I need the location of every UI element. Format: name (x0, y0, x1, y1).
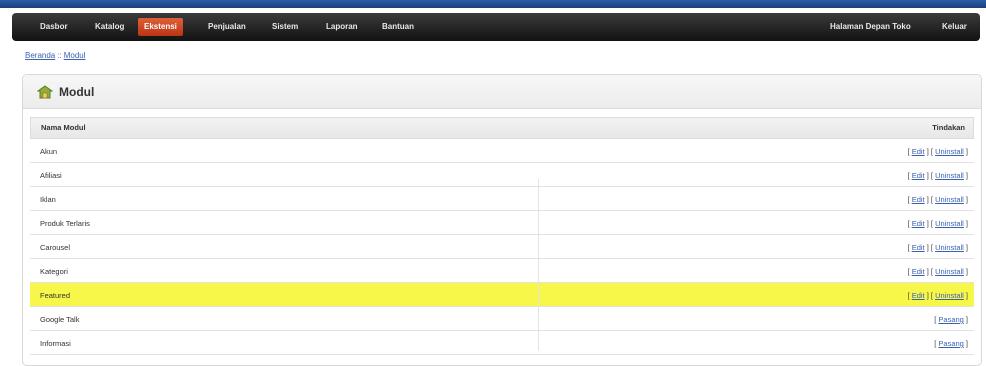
main-navigation: Dasbor Katalog Ekstensi Penjualan Sistem… (12, 13, 980, 41)
row-actions: [ Edit ] [ Uninstall ] (908, 195, 968, 204)
bracket-separator: ] [ (924, 195, 936, 204)
table-row: Akun [ Edit ] [ Uninstall ] (30, 139, 974, 163)
module-name: Akun (40, 147, 58, 156)
breadcrumb-current-link[interactable]: Modul (64, 51, 86, 60)
uninstall-link[interactable]: Uninstall (935, 171, 964, 180)
breadcrumb-home-link[interactable]: Beranda (25, 51, 55, 60)
page-title: Modul (59, 85, 95, 99)
edit-link[interactable]: Edit (912, 147, 925, 156)
module-name: Afiliasi (40, 171, 62, 180)
install-link[interactable]: Pasang (938, 315, 963, 324)
module-name: Carousel (40, 243, 71, 252)
nav-item-reports[interactable]: Laporan (320, 18, 364, 36)
install-link[interactable]: Pasang (938, 339, 963, 348)
table-row: Kategori [ Edit ] [ Uninstall ] (30, 259, 974, 283)
nav-item-dashboard[interactable]: Dasbor (34, 18, 74, 36)
table-row: Produk Terlaris [ Edit ] [ Uninstall ] (30, 211, 974, 235)
bracket-close: ] (963, 315, 968, 324)
table-row: Afiliasi [ Edit ] [ Uninstall ] (30, 163, 974, 187)
nav-item-sales[interactable]: Penjualan (202, 18, 252, 36)
row-actions: [ Edit ] [ Uninstall ] (908, 147, 968, 156)
edit-link[interactable]: Edit (912, 171, 925, 180)
row-actions: [ Edit ] [ Uninstall ] (908, 291, 968, 300)
header-accent-bar (0, 0, 986, 8)
bracket-close: ] (963, 147, 968, 156)
bracket-separator: ] [ (924, 219, 936, 228)
row-actions: [ Edit ] [ Uninstall ] (908, 243, 968, 252)
nav-item-help[interactable]: Bantuan (376, 18, 420, 36)
row-actions: [ Edit ] [ Uninstall ] (908, 219, 968, 228)
module-name: Informasi (40, 339, 71, 348)
edit-link[interactable]: Edit (912, 219, 925, 228)
edit-link[interactable]: Edit (912, 195, 925, 204)
module-name: Featured (40, 291, 71, 300)
row-actions: [ Edit ] [ Uninstall ] (908, 267, 968, 276)
row-actions: [ Edit ] [ Uninstall ] (908, 171, 968, 180)
panel-header: Modul (23, 75, 981, 109)
table-row: Featured [ Edit ] [ Uninstall ] (30, 283, 974, 307)
bracket-close: ] (963, 291, 968, 300)
module-name: Google Talk (40, 315, 80, 324)
module-name: Produk Terlaris (40, 219, 90, 228)
module-icon (36, 85, 54, 104)
table-row: Iklan [ Edit ] [ Uninstall ] (30, 187, 974, 211)
column-header-action: Tindakan (932, 123, 965, 132)
table-row: Google Talk [ Pasang ] (30, 307, 974, 331)
bracket-close: ] (963, 219, 968, 228)
uninstall-link[interactable]: Uninstall (935, 267, 964, 276)
nav-item-catalog[interactable]: Katalog (89, 18, 130, 36)
module-name: Kategori (40, 267, 68, 276)
module-name: Iklan (40, 195, 56, 204)
column-divider (538, 179, 539, 351)
uninstall-link[interactable]: Uninstall (935, 195, 964, 204)
bracket-close: ] (963, 195, 968, 204)
edit-link[interactable]: Edit (912, 291, 925, 300)
logout-link[interactable]: Keluar (936, 18, 973, 36)
bracket-separator: ] [ (924, 147, 936, 156)
row-actions: [ Pasang ] (934, 339, 968, 348)
breadcrumb-separator: :: (57, 51, 62, 60)
bracket-close: ] (963, 267, 968, 276)
bracket-separator: ] [ (924, 291, 936, 300)
table-row: Informasi [ Pasang ] (30, 331, 974, 355)
row-actions: [ Pasang ] (934, 315, 968, 324)
edit-link[interactable]: Edit (912, 243, 925, 252)
bracket-separator: ] [ (924, 267, 936, 276)
column-header-name[interactable]: Nama Modul (41, 123, 86, 132)
bracket-separator: ] [ (924, 243, 936, 252)
bracket-separator: ] [ (924, 171, 936, 180)
nav-item-extensions[interactable]: Ekstensi (138, 18, 183, 36)
breadcrumb: Beranda:: Modul (25, 51, 86, 60)
uninstall-link[interactable]: Uninstall (935, 147, 964, 156)
uninstall-link[interactable]: Uninstall (935, 291, 964, 300)
bracket-close: ] (963, 339, 968, 348)
uninstall-link[interactable]: Uninstall (935, 219, 964, 228)
top-header: Dasbor Katalog Ekstensi Penjualan Sistem… (0, 0, 986, 43)
table-header: Nama Modul Tindakan (30, 117, 974, 139)
table-row: Carousel [ Edit ] [ Uninstall ] (30, 235, 974, 259)
nav-item-system[interactable]: Sistem (266, 18, 304, 36)
bracket-close: ] (963, 171, 968, 180)
storefront-link[interactable]: Halaman Depan Toko (824, 18, 917, 36)
edit-link[interactable]: Edit (912, 267, 925, 276)
uninstall-link[interactable]: Uninstall (935, 243, 964, 252)
bracket-close: ] (963, 243, 968, 252)
